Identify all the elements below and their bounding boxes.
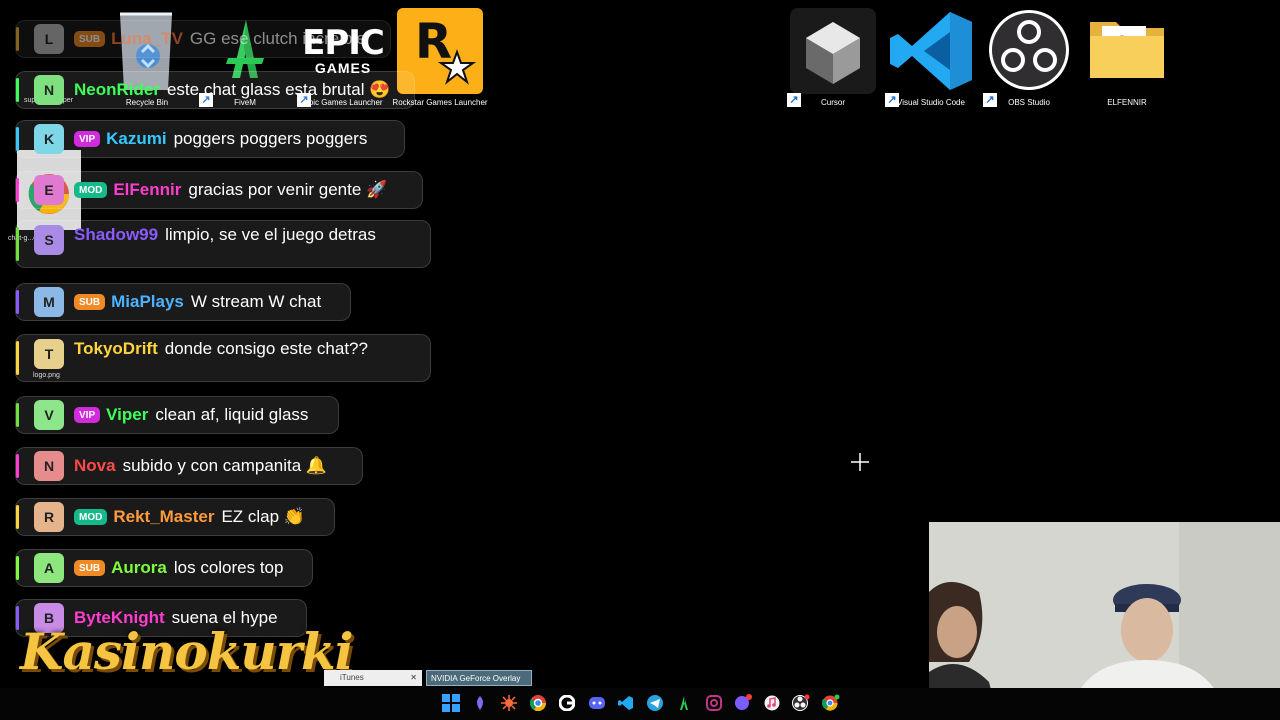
- crosshair-cursor-icon: [851, 453, 869, 471]
- fivem-taskbar-icon[interactable]: [673, 692, 695, 714]
- chat-message-accent-bar: [16, 27, 19, 51]
- chat-message-text: los colores top: [173, 558, 284, 577]
- desktop-icon-elfennir-folder[interactable]: ELFENNIR: [1079, 8, 1175, 107]
- itunes-preview-label: iTunes: [340, 673, 364, 682]
- vscode-icon: [888, 8, 974, 94]
- taskbar-preview-nvidia[interactable]: NVIDIA GeForce Overlay DT: [426, 670, 532, 699]
- chat-avatar: N: [34, 75, 64, 105]
- chat-username: Shadow99: [74, 225, 159, 244]
- chat-message: S Shadow99 limpio, se ve el juego detras: [15, 220, 431, 268]
- close-icon[interactable]: ✕: [410, 670, 417, 686]
- chat-message: V VIP Viper clean af, liquid glass: [15, 396, 339, 434]
- chat-message-accent-bar: [16, 127, 19, 151]
- chat-username: Kazumi: [106, 129, 167, 148]
- vscode-taskbar-icon[interactable]: [615, 692, 637, 714]
- desktop-icon-label: ELFENNIR: [1107, 98, 1147, 107]
- chrome-icon[interactable]: [527, 692, 549, 714]
- instagram-icon[interactable]: [703, 692, 725, 714]
- chat-username: Luna_TV: [111, 29, 183, 48]
- chat-message-text: gracias por venir gente 🚀: [188, 180, 388, 199]
- chat-message: L SUB Luna_TV GG ese clutch increible: [15, 20, 391, 58]
- chat-message-accent-bar: [16, 454, 19, 478]
- chat-message-text: EZ clap 👏: [221, 507, 305, 526]
- chat-message-text: subido y con campanita 🔔: [122, 456, 328, 475]
- chat-message-text: poggers poggers poggers: [173, 129, 368, 148]
- windows-start-icon[interactable]: [440, 692, 462, 714]
- chat-message-accent-bar: [16, 403, 19, 427]
- chat-message-accent-bar: [16, 227, 19, 261]
- chat-message: R MOD Rekt_Master EZ clap 👏: [15, 498, 335, 536]
- shortcut-arrow-icon: ↗: [983, 93, 997, 107]
- chat-username: Viper: [106, 405, 149, 424]
- chat-avatar: N: [34, 451, 64, 481]
- chat-username: Aurora: [111, 558, 167, 577]
- chat-message: N Nova subido y con campanita 🔔: [15, 447, 363, 485]
- itunes-icon[interactable]: [761, 692, 783, 714]
- chat-badge-sub: SUB: [74, 560, 106, 576]
- chat-avatar: E: [34, 175, 64, 205]
- shortcut-arrow-icon: ↗: [787, 93, 801, 107]
- chat-message: T TokyoDrift donde consigo este chat??: [15, 334, 431, 382]
- obs-taskbar-icon[interactable]: [790, 692, 812, 714]
- chat-message-accent-bar: [16, 178, 19, 202]
- telegram-icon[interactable]: [644, 692, 666, 714]
- chat-avatar: R: [34, 502, 64, 532]
- chat-message: N NeonRider este chat glass esta brutal 😍: [15, 71, 415, 109]
- overlay-logo: Kasinokurki: [20, 622, 354, 681]
- desktop-icon-cursor[interactable]: Cursor ↗: [785, 8, 881, 107]
- chat-message: K VIP Kazumi poggers poggers poggers: [15, 120, 405, 158]
- chat-username: Nova: [74, 456, 116, 475]
- taskbar-preview-itunes[interactable]: iTunes ✕: [324, 670, 422, 686]
- chat-avatar: M: [34, 287, 64, 317]
- chat-username: Rekt_Master: [113, 507, 215, 526]
- chat-avatar: L: [34, 24, 64, 54]
- chat-message-text: donde consigo este chat??: [164, 339, 368, 358]
- chat-message-text: limpio, se ve el juego detras: [165, 225, 376, 244]
- chat-message-accent-bar: [16, 78, 19, 102]
- chat-message-accent-bar: [16, 290, 19, 314]
- chat-badge-mod: MOD: [74, 509, 108, 525]
- chat-message-text: W stream W chat: [190, 292, 322, 311]
- chat-username: TokyoDrift: [74, 339, 158, 358]
- chat-avatar: A: [34, 553, 64, 583]
- chat-username: ElFennir: [113, 180, 182, 199]
- taskbar: [0, 688, 1280, 720]
- chat-message-accent-bar: [16, 341, 19, 375]
- chat-badge-vip: VIP: [74, 407, 101, 423]
- desktop-icon-obs[interactable]: OBS Studio ↗: [981, 8, 1077, 107]
- chat-message-text: este chat glass esta brutal 😍: [166, 80, 391, 99]
- chat-message: M SUB MiaPlays W stream W chat: [15, 283, 351, 321]
- chat-avatar: K: [34, 124, 64, 154]
- chat-username: NeonRider: [74, 80, 160, 99]
- chat-avatar: V: [34, 400, 64, 430]
- chat-avatar: S: [34, 225, 64, 255]
- chat-message: A SUB Aurora los colores top: [15, 549, 313, 587]
- edge-dev-icon[interactable]: [469, 692, 491, 714]
- chat-message-accent-bar: [16, 606, 19, 630]
- cursor-app-icon: [790, 8, 876, 94]
- chat-message-accent-bar: [16, 556, 19, 580]
- discord-icon[interactable]: [586, 692, 608, 714]
- settings-sun-icon[interactable]: [498, 692, 520, 714]
- chat-message: E MOD ElFennir gracias por venir gente 🚀: [15, 171, 423, 209]
- chat-badge-mod: MOD: [74, 182, 108, 198]
- chat-avatar: T: [34, 339, 64, 369]
- shortcut-arrow-icon: ↗: [885, 93, 899, 107]
- google-icon[interactable]: [556, 692, 578, 714]
- chat-message-text: GG ese clutch increible: [189, 29, 366, 48]
- obs-icon: [986, 8, 1072, 94]
- chrome-dev-icon[interactable]: [820, 692, 842, 714]
- desktop-icon-vscode[interactable]: Visual Studio Code ↗: [883, 8, 979, 107]
- chat-message-text: clean af, liquid glass: [155, 405, 309, 424]
- chat-username: MiaPlays: [111, 292, 184, 311]
- messenger-icon[interactable]: [732, 692, 754, 714]
- chat-badge-sub: SUB: [74, 294, 106, 310]
- folder-icon: [1084, 8, 1170, 94]
- chat-badge-vip: VIP: [74, 131, 101, 147]
- chat-message-accent-bar: [16, 505, 19, 529]
- chat-badge-sub: SUB: [74, 31, 106, 47]
